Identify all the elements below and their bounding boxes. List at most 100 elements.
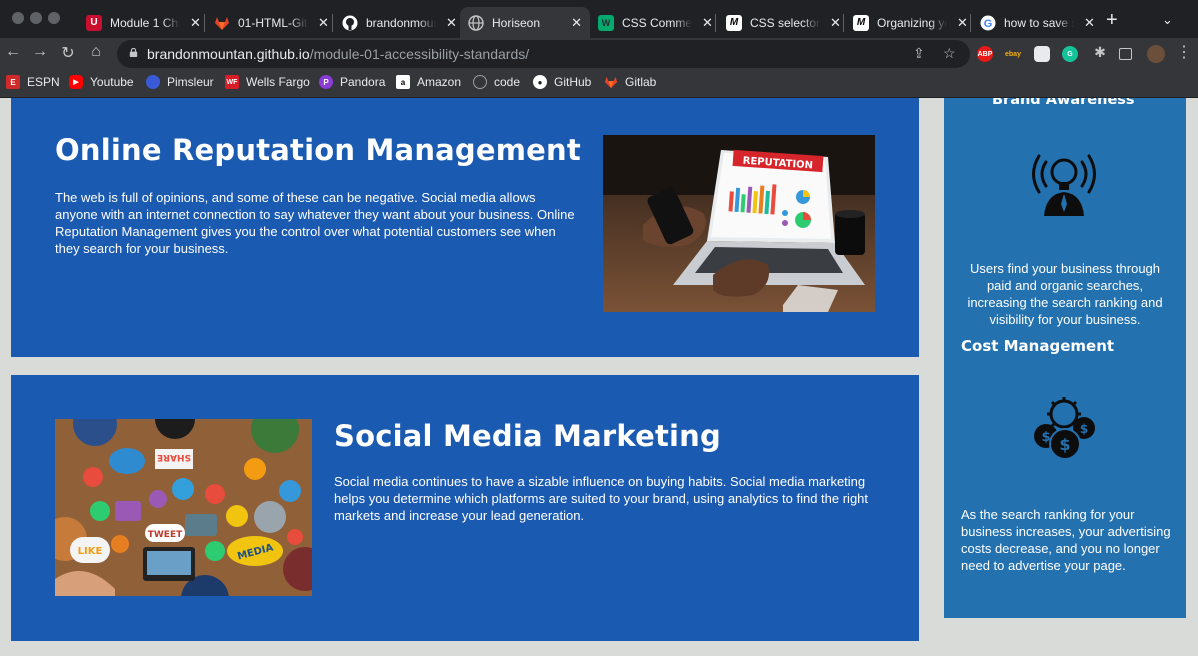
browser-tab[interactable]: 01-HTML-Git- ✕ [206, 7, 337, 38]
bookmark-code[interactable]: code [473, 75, 520, 89]
ebay-extension-icon[interactable]: ebay [1005, 46, 1021, 62]
bookmark-gitlab[interactable]: Gitlab [604, 75, 656, 89]
bookmark-github[interactable]: ● GitHub [533, 75, 591, 89]
home-icon[interactable]: ⌂ [86, 43, 106, 61]
tab-label: 01-HTML-Git- [238, 15, 308, 30]
reputation-laptop-image: REPUTATION [603, 135, 875, 312]
github-icon [342, 15, 358, 31]
pimsleur-icon [146, 75, 160, 89]
puzzle-extensions-icon[interactable]: ✱ [1090, 44, 1110, 61]
more-menu-icon[interactable]: ⋮ [1174, 42, 1194, 62]
reputation-section: Online Reputation Management The web is … [11, 98, 919, 357]
pandora-icon: P [319, 75, 333, 89]
tab-search-chevron-icon[interactable]: ⌄ [1162, 12, 1173, 28]
cost-management-text: As the search ranking for your business … [961, 507, 1171, 573]
social-media-text: Social media continues to have a sizable… [334, 474, 869, 523]
new-tab-plus-icon[interactable]: + [1106, 10, 1118, 30]
gitlab-icon [604, 75, 618, 89]
bookmark-pandora[interactable]: P Pandora [319, 75, 385, 89]
bookmark-youtube[interactable]: ▶ Youtube [69, 75, 134, 89]
browser-tab-active[interactable]: Horiseon ✕ [460, 7, 590, 38]
bookmark-label: GitHub [554, 75, 592, 89]
m-icon: M [726, 14, 742, 31]
globe-icon [468, 14, 484, 31]
browser-toolbar: ← → ↻ ⌂ brandonmountan.github.io/module-… [0, 38, 1198, 70]
amazon-icon: a [396, 75, 410, 89]
cost-management-heading: Cost Management [961, 337, 1115, 355]
reload-icon[interactable]: ↻ [58, 43, 78, 63]
bookmark-label: Youtube [90, 75, 134, 89]
like-word: LIKE [78, 546, 103, 557]
wells-fargo-icon: WF [225, 75, 239, 89]
bookmark-wells-fargo[interactable]: WF Wells Fargo [225, 75, 310, 89]
url-host: brandonmountan.github.io [147, 46, 310, 62]
tweet-word: TWEET [148, 530, 183, 540]
bookmark-label: Pimsleur [167, 75, 214, 89]
benefits-sidebar: Brand Awareness Users find your business… [944, 98, 1186, 618]
espn-icon: E [6, 75, 20, 89]
share-icon[interactable]: ⇪ [913, 45, 925, 62]
bookmark-label: Amazon [417, 75, 462, 89]
url-text: brandonmountan.github.io/module-01-acces… [147, 46, 529, 62]
back-arrow-icon[interactable]: ← [3, 43, 23, 61]
close-tab-icon[interactable]: ✕ [702, 15, 713, 31]
bookmark-star-icon[interactable]: ☆ [943, 45, 956, 62]
brand-awareness-heading: Brand Awareness [992, 98, 1135, 108]
browser-tab[interactable]: M Organizing yo ✕ [845, 7, 976, 38]
adblock-plus-icon[interactable]: ABP [977, 46, 993, 62]
maximize-window-button[interactable] [48, 12, 60, 24]
browser-tab[interactable]: G how to save s ✕ [972, 7, 1103, 38]
social-media-image: SHARE TWEET LIKE MEDIA [55, 419, 312, 596]
browser-tab[interactable]: brandonmoun ✕ [334, 7, 465, 38]
profile-avatar[interactable] [1147, 45, 1165, 63]
close-tab-icon[interactable]: ✕ [1084, 15, 1095, 31]
w3schools-icon: W [598, 14, 614, 31]
bookmark-label: Pandora [340, 75, 386, 89]
extension-icon[interactable] [1034, 46, 1050, 62]
side-panel-icon[interactable] [1119, 48, 1132, 60]
close-window-button[interactable] [12, 12, 24, 24]
browser-tab-strip: U Module 1 Chal ✕ 01-HTML-Git- ✕ brandon… [0, 0, 1198, 38]
tab-label: Organizing yo [877, 15, 947, 30]
lock-icon[interactable] [129, 48, 138, 57]
browser-tab[interactable]: U Module 1 Chal ✕ [78, 7, 209, 38]
bookmark-espn[interactable]: E ESPN [6, 75, 60, 89]
tab-label: Module 1 Chal [110, 15, 180, 30]
close-tab-icon[interactable]: ✕ [318, 15, 329, 31]
globe-icon [473, 75, 487, 89]
u-logo-icon: U [86, 14, 102, 31]
bookmark-label: Wells Fargo [246, 75, 310, 89]
close-tab-icon[interactable]: ✕ [957, 15, 968, 31]
share-word: SHARE [157, 452, 191, 462]
close-tab-icon[interactable]: ✕ [571, 15, 582, 31]
close-tab-icon[interactable]: ✕ [446, 15, 457, 31]
bookmarks-bar: E ESPN ▶ Youtube Pimsleur WF Wells Fargo PP… [0, 70, 1198, 98]
address-bar[interactable]: brandonmountan.github.io/module-01-acces… [117, 40, 970, 68]
bookmark-pimsleur[interactable]: Pimsleur [146, 75, 214, 89]
google-icon: G [980, 15, 996, 31]
svg-text:$: $ [1059, 435, 1070, 454]
forward-arrow-icon[interactable]: → [30, 43, 50, 61]
page-viewport: Online Reputation Management The web is … [0, 98, 1198, 656]
browser-tab[interactable]: M CSS selectors ✕ [718, 7, 849, 38]
tab-label: how to save s [1004, 15, 1074, 30]
browser-tab[interactable]: W CSS Commen ✕ [590, 7, 721, 38]
reputation-heading: Online Reputation Management [55, 133, 581, 167]
url-path: /module-01-accessibility-standards/ [309, 46, 530, 62]
bookmark-label: Gitlab [625, 75, 657, 89]
tab-label: CSS Commen [622, 15, 692, 30]
coins-gear-icon: $ $ $ [1030, 394, 1098, 462]
bookmark-label: code [494, 75, 521, 89]
bookmark-amazon[interactable]: a Amazon [396, 75, 461, 89]
minimize-window-button[interactable] [30, 12, 42, 24]
close-tab-icon[interactable]: ✕ [830, 15, 841, 31]
close-tab-icon[interactable]: ✕ [190, 15, 201, 31]
lightbulb-broadcast-icon [1030, 148, 1098, 218]
bookmark-label: ESPN [27, 75, 60, 89]
youtube-icon: ▶ [69, 75, 83, 89]
social-media-section: SHARE TWEET LIKE MEDIA Social Media Mark… [11, 375, 919, 641]
tab-label: Horiseon [492, 15, 541, 30]
grammarly-icon[interactable]: G [1062, 46, 1078, 62]
social-media-heading: Social Media Marketing [334, 419, 721, 453]
reputation-text: The web is full of opinions, and some of… [55, 190, 575, 256]
